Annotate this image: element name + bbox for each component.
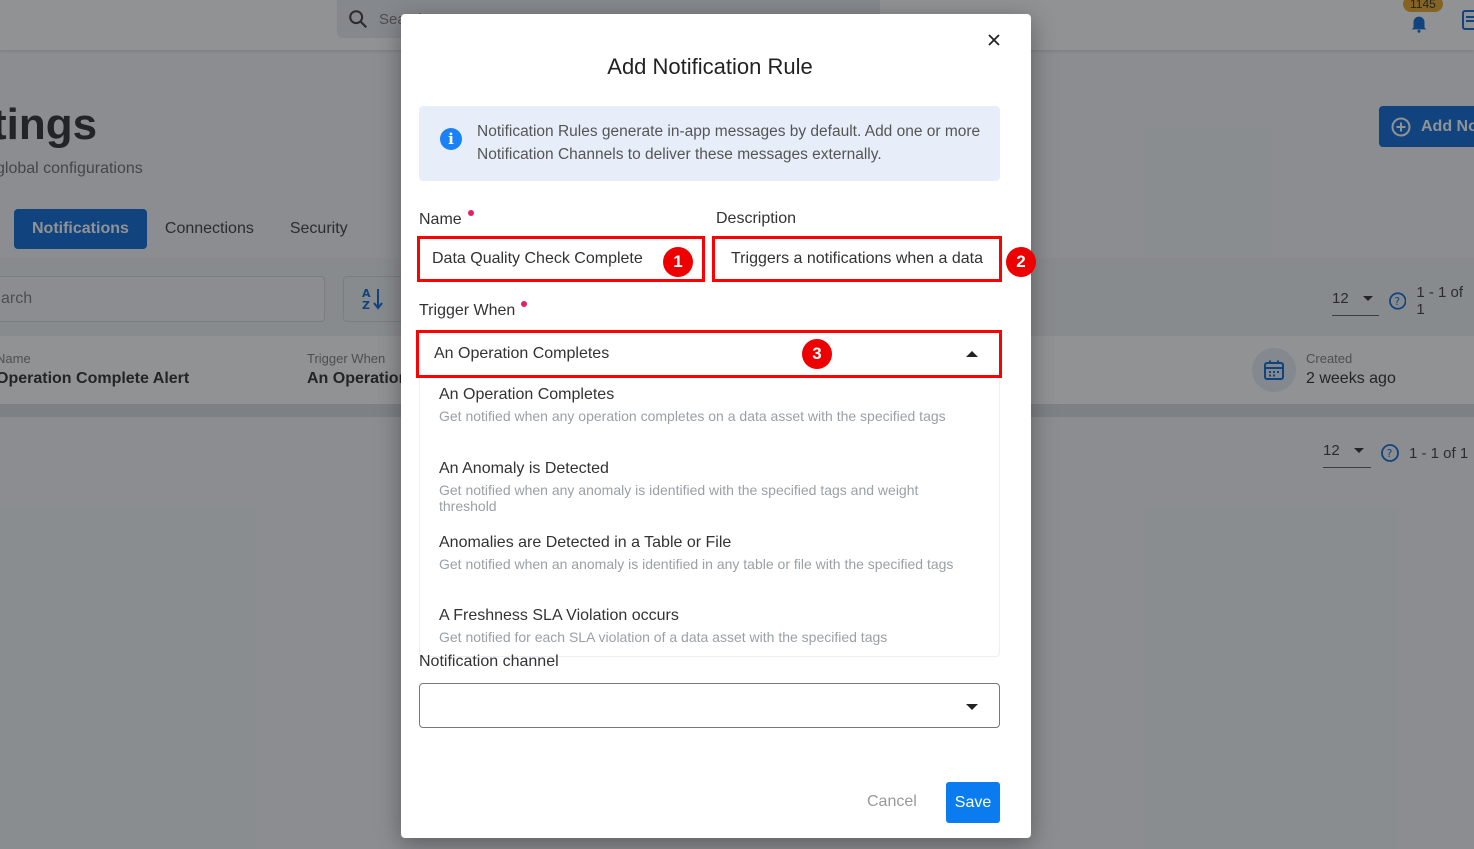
required-indicator (467, 210, 474, 216)
trigger-option[interactable]: A Freshness SLA Violation occurs Get not… (439, 606, 979, 645)
option-description: Get notified for each SLA violation of a… (439, 629, 888, 645)
close-button[interactable] (984, 30, 1004, 50)
option-title: A Freshness SLA Violation occurs (439, 607, 679, 624)
trigger-label: Trigger When (419, 301, 528, 320)
channel-label: Notification channel (419, 653, 559, 670)
annotation-marker-2: 2 (1006, 247, 1036, 277)
option-description: Get notified when any operation complete… (439, 408, 946, 424)
name-label: Name (419, 210, 474, 229)
required-indicator (521, 301, 528, 307)
chevron-down-icon (966, 704, 978, 710)
option-description: Get notified when an anomaly is identifi… (439, 556, 954, 572)
trigger-select[interactable]: An Operation Completes (416, 330, 1002, 378)
save-button[interactable]: Save (946, 782, 1000, 823)
dialog-title: Add Notification Rule (607, 54, 813, 79)
trigger-option[interactable]: Anomalies are Detected in a Table or Fil… (439, 533, 979, 572)
name-label-text: Name (419, 211, 462, 228)
description-input[interactable]: Triggers a notifications when a data (712, 236, 1002, 282)
trigger-label-text: Trigger When (419, 302, 516, 319)
info-text: Notification Rules generate in-app messa… (477, 123, 981, 163)
option-title: An Anomaly is Detected (439, 460, 609, 477)
option-title: Anomalies are Detected in a Table or Fil… (439, 534, 732, 551)
add-notification-rule-dialog: Add Notification Rule i Notification Rul… (401, 14, 1036, 838)
annotation-marker-3: 3 (802, 339, 832, 369)
close-icon (988, 34, 1000, 46)
trigger-options-list: An Operation Completes Get notified when… (419, 378, 1000, 657)
name-input[interactable]: Data Quality Check Complete (417, 236, 705, 282)
notification-channel-select[interactable] (419, 683, 1000, 728)
info-icon: i (440, 128, 462, 150)
trigger-select-value: An Operation Completes (434, 345, 610, 362)
trigger-option[interactable]: An Anomaly is Detected Get notified when… (439, 459, 979, 514)
cancel-button[interactable]: Cancel (861, 782, 923, 822)
trigger-option[interactable]: An Operation Completes Get notified when… (439, 385, 979, 424)
annotation-marker-1: 1 (663, 247, 693, 277)
info-banner: i Notification Rules generate in-app mes… (419, 106, 1000, 181)
option-description: Get notified when any anomaly is identif… (439, 482, 919, 514)
option-title: An Operation Completes (439, 386, 615, 403)
chevron-up-icon (966, 351, 978, 357)
description-label: Description (716, 210, 797, 227)
